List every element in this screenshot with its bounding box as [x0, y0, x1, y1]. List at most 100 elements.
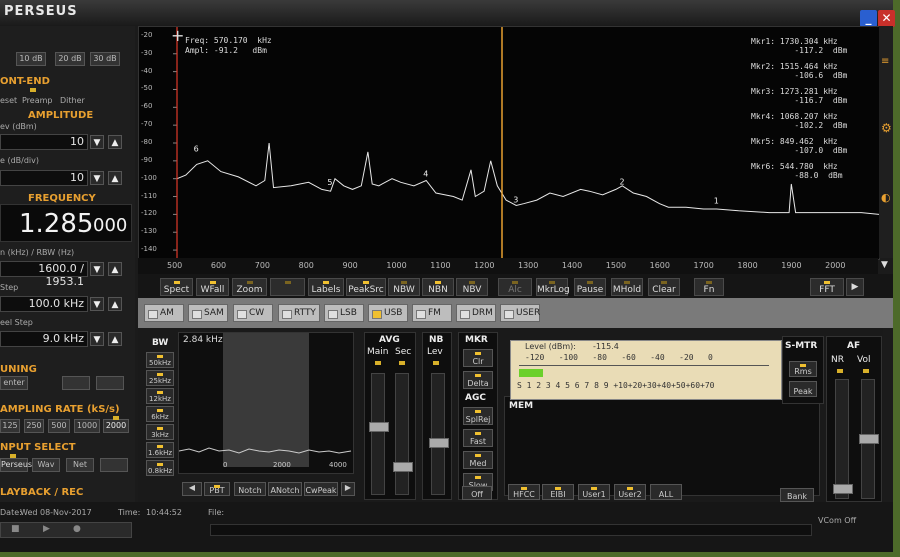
alc-button[interactable]: Alc — [498, 278, 532, 296]
bw-1-6khz-button[interactable]: 1.6kHz — [146, 442, 174, 458]
avg-sec-slider[interactable] — [393, 373, 413, 495]
bw-6khz-button[interactable]: 6kHz — [146, 406, 174, 422]
spectrum-side-bar[interactable]: ≡ ⚙ ◐ ▼ — [879, 26, 893, 270]
reset-button[interactable]: eset — [0, 96, 17, 105]
zoom-button[interactable]: Zoom — [232, 278, 267, 296]
mhold-button[interactable]: MHold — [611, 278, 643, 296]
playback-controls[interactable]: ■ ▶ ● — [0, 522, 132, 538]
pbt-left-icon[interactable]: ◀ — [182, 482, 202, 496]
rate-2000-button[interactable]: 2000 — [103, 419, 129, 433]
mode-sam-button[interactable]: SAM — [188, 304, 228, 322]
volume-slider[interactable] — [859, 379, 879, 499]
mem-bank-button[interactable]: Bank — [780, 488, 814, 502]
anotch-button[interactable]: ANotch — [268, 482, 302, 496]
wheel-step-up-icon[interactable]: ▲ — [108, 332, 122, 346]
close-icon[interactable]: ✕ — [878, 10, 895, 27]
step-up-icon[interactable]: ▲ — [108, 297, 122, 311]
dither-button[interactable]: Dither — [60, 96, 85, 105]
mem-hfcc-button[interactable]: HFCC — [508, 484, 540, 500]
mode-am-button[interactable]: AM — [144, 304, 184, 322]
blank-button[interactable] — [270, 278, 305, 296]
mkrlog-button[interactable]: MkrLog — [536, 278, 570, 296]
rate-250-button[interactable]: 250 — [24, 419, 44, 433]
step-down-icon[interactable]: ▼ — [90, 297, 104, 311]
agc-off-button[interactable]: Off — [462, 486, 492, 500]
side-bar-icon-1[interactable]: ≡ — [881, 56, 889, 67]
bw-25khz-button[interactable]: 25kHz — [146, 370, 174, 386]
mode-lsb-button[interactable]: LSB — [324, 304, 364, 322]
play-icon[interactable]: ▶ — [43, 524, 50, 534]
mem-all-button[interactable]: ALL — [650, 484, 682, 500]
input-wav-button[interactable]: Wav — [32, 458, 60, 472]
gear-icon[interactable]: ⚙ — [881, 121, 892, 135]
bw-50khz-button[interactable]: 50kHz — [146, 352, 174, 368]
playback-progress[interactable] — [210, 524, 812, 536]
pause-button[interactable]: Pause — [574, 278, 606, 296]
att-30db-button[interactable]: 30 dB — [90, 52, 120, 66]
spect-button[interactable]: Spect — [160, 278, 193, 296]
tuning-button-2[interactable] — [62, 376, 90, 390]
mkr-clr-button[interactable]: Clr — [463, 349, 493, 367]
span-down-icon[interactable]: ▼ — [90, 262, 104, 276]
record-icon[interactable]: ● — [73, 524, 81, 534]
scale-field[interactable]: 10 — [0, 170, 88, 186]
mem-user1-button[interactable]: User1 — [578, 484, 610, 500]
mode-cw-button[interactable]: CW — [233, 304, 273, 322]
smtr-rms-button[interactable]: Rms — [789, 361, 817, 377]
nbv-button[interactable]: NBV — [456, 278, 488, 296]
nb-level-slider[interactable] — [429, 373, 449, 495]
mode-usb-button[interactable]: USB — [368, 304, 408, 322]
step-field[interactable]: 100.0 kHz — [0, 296, 88, 312]
att-10db-button[interactable]: 10 dB — [16, 52, 46, 66]
filter-display[interactable]: 2.84 kHz 0 2000 4000 — [178, 332, 354, 474]
att-20db-button[interactable]: 20 dB — [55, 52, 85, 66]
peaksrc-button[interactable]: PeakSrc — [346, 278, 386, 296]
input-button-4[interactable] — [100, 458, 128, 472]
ref-level-field[interactable]: 10 — [0, 134, 88, 150]
scale-down-icon[interactable]: ▼ — [90, 171, 104, 185]
preamp-button[interactable]: Preamp — [22, 96, 53, 105]
nr-slider[interactable] — [833, 379, 853, 499]
clear-button[interactable]: Clear — [648, 278, 680, 296]
rate-1000-button[interactable]: 1000 — [74, 419, 100, 433]
agc-med-button[interactable]: Med — [463, 451, 493, 469]
nbw-button[interactable]: NBW — [388, 278, 420, 296]
mem-user2-button[interactable]: User2 — [614, 484, 646, 500]
ref-level-up-icon[interactable]: ▲ — [108, 135, 122, 149]
stop-icon[interactable]: ■ — [11, 524, 20, 534]
bw-3khz-button[interactable]: 3kHz — [146, 424, 174, 440]
minimize-icon[interactable]: _ — [860, 10, 877, 27]
scroll-down-icon[interactable]: ▼ — [881, 260, 888, 270]
mode-rtty-button[interactable]: RTTY — [278, 304, 320, 322]
input-net-button[interactable]: Net — [66, 458, 94, 472]
pbt-button[interactable]: PBT — [204, 482, 230, 496]
spectrum-display[interactable]: + 6 5 4 3 2 1 Freq: 570.170 kHz Ampl: -91.2 d… — [138, 26, 880, 260]
span-field[interactable]: 1600.0 / 1953.1 — [0, 261, 88, 288]
cwpeak-right-icon[interactable]: ▶ — [341, 482, 355, 496]
agc-splrej-button[interactable]: SplRej — [463, 407, 493, 425]
contrast-icon[interactable]: ◐ — [881, 191, 891, 204]
center-button[interactable]: enter — [0, 376, 28, 390]
input-perseus-button[interactable]: Perseus — [0, 458, 32, 472]
span-up-icon[interactable]: ▲ — [108, 262, 122, 276]
smtr-peak-button[interactable]: Peak — [789, 381, 817, 397]
mem-eibi-button[interactable]: EIBI — [542, 484, 574, 500]
mode-drm-button[interactable]: DRM — [456, 304, 496, 322]
avg-main-slider[interactable] — [369, 373, 389, 495]
scale-up-icon[interactable]: ▲ — [108, 171, 122, 185]
mode-fm-button[interactable]: FM — [412, 304, 452, 322]
wheel-step-down-icon[interactable]: ▼ — [90, 332, 104, 346]
bw-12khz-button[interactable]: 12kHz — [146, 388, 174, 404]
tuning-button-3[interactable] — [96, 376, 124, 390]
fft-button[interactable]: FFT — [810, 278, 844, 296]
bw-0-8khz-button[interactable]: 0.8kHz — [146, 460, 174, 476]
labels-button[interactable]: Labels — [308, 278, 344, 296]
agc-fast-button[interactable]: Fast — [463, 429, 493, 447]
mode-user-button[interactable]: USER — [500, 304, 540, 322]
nbn-button[interactable]: NBN — [422, 278, 454, 296]
rate-125-button[interactable]: 125 — [0, 419, 20, 433]
ref-level-down-icon[interactable]: ▼ — [90, 135, 104, 149]
wfall-button[interactable]: WFall — [196, 278, 229, 296]
notch-button[interactable]: Notch — [234, 482, 266, 496]
mkr-delta-button[interactable]: Delta — [463, 371, 493, 389]
